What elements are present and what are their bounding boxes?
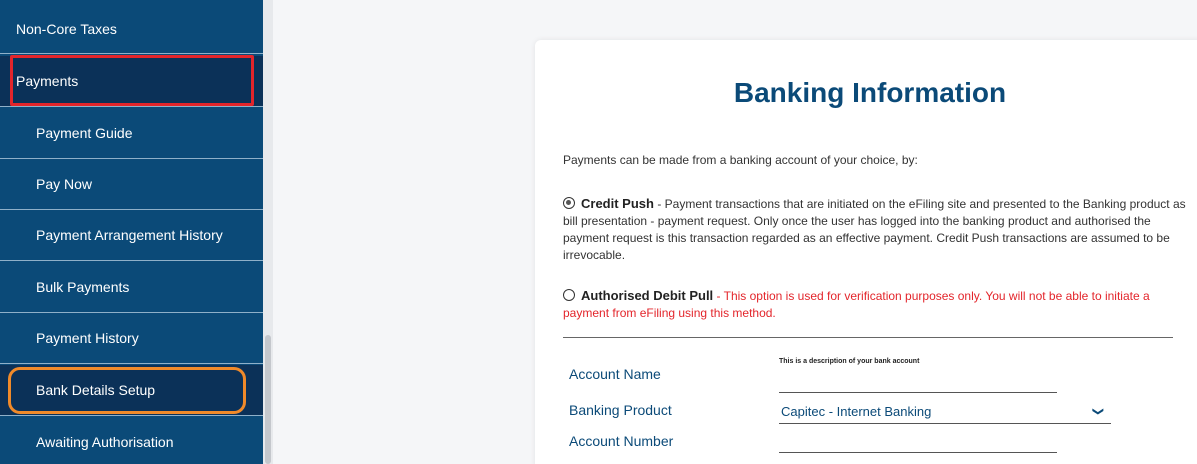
banking-product-select[interactable]: Capitec - Internet Banking ❯ — [779, 400, 1111, 424]
sidebar-item-payments[interactable]: Payments — [0, 56, 263, 107]
sidebar-item-label: Awaiting Authorisation — [36, 433, 174, 450]
sidebar-item-pay-now[interactable]: Pay Now — [0, 159, 263, 210]
credit-push-description: - Payment transactions that are initiate… — [563, 197, 1186, 262]
option-authorised-debit-pull: Authorised Debit Pull - This option is u… — [563, 287, 1188, 322]
sidebar-item-label: Bank Details Setup — [36, 382, 156, 398]
intro-text: Payments can be made from a banking acco… — [563, 153, 918, 167]
page-title: Banking Information — [733, 77, 1007, 108]
sidebar-scrollbar-thumb[interactable] — [265, 335, 271, 464]
banking-information-panel: Banking Information Payments can be made… — [535, 40, 1197, 464]
chevron-down-icon: ❯ — [1091, 406, 1104, 417]
sidebar-item-payment-history[interactable]: Payment History — [0, 313, 263, 364]
sidebar-item-label: Bulk Payments — [36, 279, 130, 295]
sidebar-item-payment-guide[interactable]: Payment Guide — [0, 108, 263, 159]
debit-pull-label: Authorised Debit Pull — [581, 288, 714, 303]
account-number-input[interactable] — [779, 429, 1057, 453]
debit-pull-radio[interactable] — [563, 289, 575, 301]
sidebar-item-non-core-taxes[interactable]: Non-Core Taxes — [0, 5, 263, 54]
credit-push-label: Credit Push — [581, 196, 654, 211]
account-name-hint: This is a description of your bank accou… — [779, 358, 920, 365]
sidebar: Non-Core Taxes Payments Payment Guide Pa… — [0, 0, 263, 464]
app-root: Non-Core Taxes Payments Payment Guide Pa… — [0, 0, 1197, 464]
credit-push-radio[interactable] — [563, 197, 575, 209]
banking-product-value: Capitec - Internet Banking — [781, 404, 932, 419]
sidebar-item-label: Payment Arrangement History — [36, 227, 223, 243]
form-divider — [563, 337, 1173, 338]
banking-product-label: Banking Product — [569, 402, 672, 418]
sidebar-item-bank-details-setup[interactable]: Bank Details Setup — [0, 365, 263, 416]
account-number-label: Account Number — [569, 433, 674, 449]
sidebar-item-payment-arrangement-history[interactable]: Payment Arrangement History — [0, 210, 263, 261]
option-credit-push: Credit Push - Payment transactions that … — [563, 195, 1188, 264]
sidebar-item-label: Non-Core Taxes — [16, 21, 117, 37]
sidebar-item-bulk-payments[interactable]: Bulk Payments — [0, 262, 263, 313]
sidebar-item-label: Pay Now — [36, 176, 93, 192]
account-name-input[interactable] — [779, 369, 1057, 393]
sidebar-item-awaiting-authorisation[interactable]: Awaiting Authorisation — [0, 416, 263, 464]
sidebar-item-label: Payments — [16, 73, 79, 89]
sidebar-item-label: Payment History — [36, 330, 139, 346]
sidebar-item-label: Payment Guide — [36, 125, 133, 141]
account-name-label: Account Name — [569, 366, 661, 382]
